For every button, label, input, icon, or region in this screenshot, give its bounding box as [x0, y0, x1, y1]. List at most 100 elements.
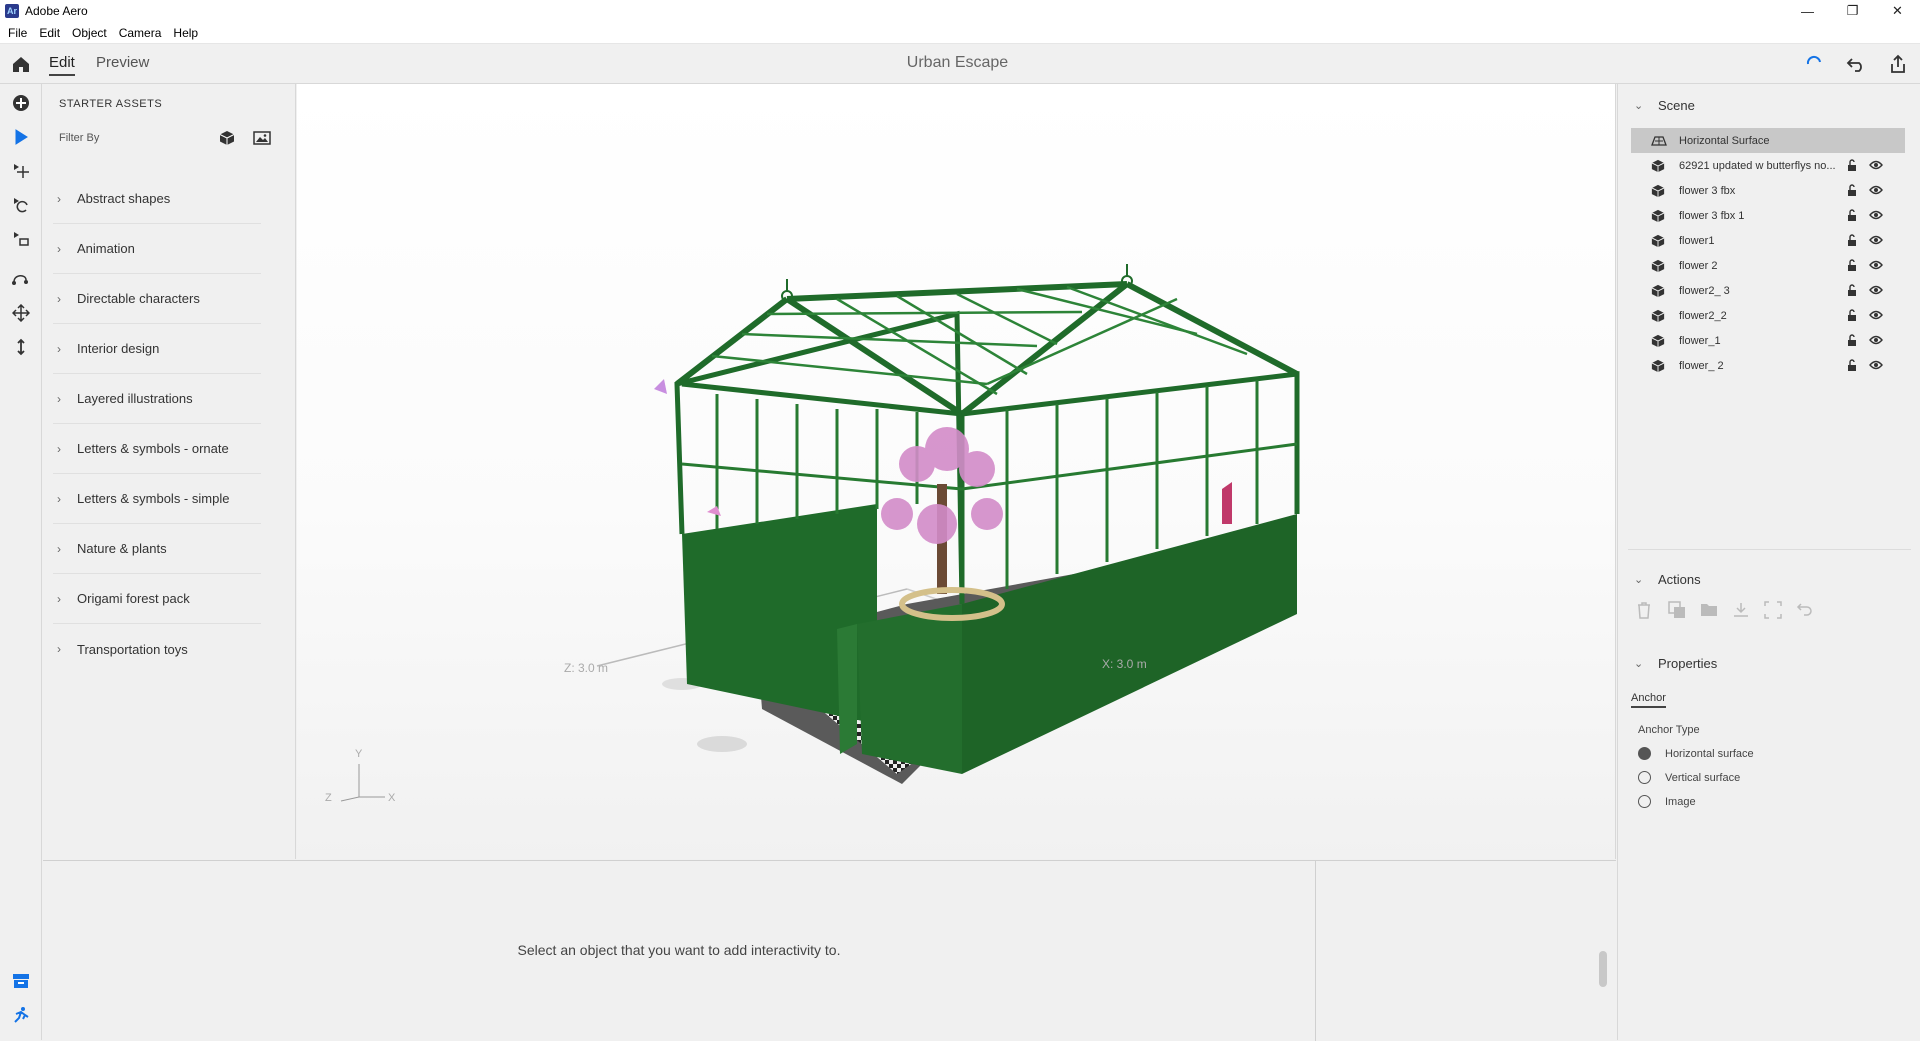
model-icon — [1651, 209, 1671, 223]
scene-row[interactable]: flower2_2 — [1631, 303, 1905, 328]
menu-object[interactable]: Object — [72, 26, 107, 40]
pan-tool-icon[interactable] — [0, 296, 42, 330]
interactivity-hint: Select an object that you want to add in… — [517, 942, 841, 958]
radio-unselected[interactable] — [1638, 771, 1651, 784]
close-icon[interactable]: ✕ — [1875, 0, 1920, 22]
duplicate-icon[interactable] — [1668, 601, 1686, 619]
chevron-right-icon: › — [57, 341, 61, 356]
unlock-icon[interactable] — [1847, 284, 1857, 300]
unlock-icon[interactable] — [1847, 309, 1857, 325]
scene-row[interactable]: flower_ 2 — [1631, 353, 1905, 378]
scrollbar-thumb[interactable] — [1599, 951, 1607, 987]
reset-icon[interactable] — [1796, 601, 1814, 619]
window-title: Adobe Aero — [25, 4, 88, 18]
category-item[interactable]: › Abstract shapes — [53, 174, 261, 224]
document-title: Urban Escape — [906, 54, 1009, 71]
filter-image-icon[interactable] — [253, 130, 271, 151]
menu-file[interactable]: File — [8, 26, 27, 40]
minimize-icon[interactable]: — — [1785, 0, 1830, 22]
share-icon[interactable] — [1884, 52, 1912, 76]
restore-icon[interactable]: ❐ — [1830, 0, 1875, 22]
filter-3d-icon[interactable] — [219, 130, 235, 151]
scene-row[interactable]: flower 3 fbx — [1631, 178, 1905, 203]
scene-row[interactable]: flower2_ 3 — [1631, 278, 1905, 303]
select-tool-icon[interactable] — [0, 120, 42, 154]
category-item[interactable]: › Transportation toys — [53, 624, 261, 674]
unlock-icon[interactable] — [1847, 184, 1857, 200]
actions-section-header[interactable]: ⌄ Actions — [1634, 572, 1701, 587]
menu-bar: File Edit Object Camera Help — [0, 22, 1920, 44]
visibility-eye-icon[interactable] — [1869, 210, 1883, 223]
chevron-right-icon: › — [57, 391, 61, 406]
category-item[interactable]: › Letters & symbols - ornate — [53, 424, 261, 474]
model-icon — [1651, 184, 1671, 198]
title-bar: Ar Adobe Aero — ❐ ✕ — [0, 0, 1920, 22]
fit-to-view-icon[interactable] — [1764, 601, 1782, 619]
category-item[interactable]: › Animation — [53, 224, 261, 274]
radio-unselected[interactable] — [1638, 795, 1651, 808]
add-asset-icon[interactable] — [0, 86, 42, 120]
visibility-eye-icon[interactable] — [1869, 360, 1883, 373]
scene-viewport[interactable]: Z: 3.0 m X: 3.0 m Y Z X — [297, 84, 1616, 859]
anchor-option-image[interactable]: Image — [1638, 795, 1696, 808]
visibility-eye-icon[interactable] — [1869, 160, 1883, 173]
model-icon — [1651, 359, 1671, 373]
category-item[interactable]: › Nature & plants — [53, 524, 261, 574]
delete-icon[interactable] — [1636, 601, 1654, 619]
path-tool-icon[interactable] — [0, 262, 42, 296]
unlock-icon[interactable] — [1847, 234, 1857, 250]
anchor-option-horizontal[interactable]: Horizontal surface — [1638, 747, 1754, 760]
move-tool-icon[interactable] — [0, 154, 42, 188]
category-item[interactable]: › Layered illustrations — [53, 374, 261, 424]
category-item[interactable]: › Letters & symbols - simple — [53, 474, 261, 524]
rotate-tool-icon[interactable] — [0, 188, 42, 222]
scene-section-header[interactable]: ⌄ Scene — [1634, 98, 1695, 113]
dolly-tool-icon[interactable] — [0, 330, 42, 364]
chevron-down-icon: ⌄ — [1634, 658, 1644, 670]
visibility-eye-icon[interactable] — [1869, 260, 1883, 273]
scene-row-horizontal-surface[interactable]: Horizontal Surface — [1631, 128, 1905, 153]
anchor-option-vertical[interactable]: Vertical surface — [1638, 771, 1740, 784]
group-folder-icon[interactable] — [1700, 601, 1718, 619]
z-measure-label: Z: 3.0 m — [564, 661, 609, 675]
unlock-icon[interactable] — [1847, 159, 1857, 175]
app-bar: Edit Preview Urban Escape — [0, 44, 1920, 84]
unlock-icon[interactable] — [1847, 334, 1857, 350]
starter-assets-panel: STARTER ASSETS Filter By › Abstract shape… — [43, 84, 296, 859]
scene-row[interactable]: flower 2 — [1631, 253, 1905, 278]
category-item[interactable]: › Interior design — [53, 324, 261, 374]
greenhouse-model[interactable] — [297, 84, 1616, 859]
menu-camera[interactable]: Camera — [119, 26, 162, 40]
properties-sidebar: ⌄ Scene Horizontal Surface 62921 updated… — [1617, 84, 1920, 1040]
visibility-eye-icon[interactable] — [1869, 235, 1883, 248]
scale-tool-icon[interactable] — [0, 222, 42, 256]
filter-by-label: Filter By — [59, 132, 100, 144]
menu-help[interactable]: Help — [173, 26, 198, 40]
menu-edit[interactable]: Edit — [39, 26, 60, 40]
behaviors-panel-icon[interactable] — [0, 998, 42, 1032]
chevron-right-icon: › — [57, 241, 61, 256]
assets-panel-icon[interactable] — [0, 964, 42, 998]
visibility-eye-icon[interactable] — [1869, 185, 1883, 198]
unlock-icon[interactable] — [1847, 209, 1857, 225]
visibility-eye-icon[interactable] — [1869, 310, 1883, 323]
scene-row[interactable]: 62921 updated w butterflys no... — [1631, 153, 1905, 178]
scene-object-list: Horizontal Surface 62921 updated w butte… — [1631, 128, 1905, 378]
chevron-right-icon: › — [57, 191, 61, 206]
scene-row[interactable]: flower_1 — [1631, 328, 1905, 353]
scene-row[interactable]: flower 3 fbx 1 — [1631, 203, 1905, 228]
scene-row[interactable]: flower1 — [1631, 228, 1905, 253]
visibility-eye-icon[interactable] — [1869, 335, 1883, 348]
tab-anchor[interactable]: Anchor — [1631, 692, 1666, 708]
radio-selected[interactable] — [1638, 747, 1651, 760]
unlock-icon[interactable] — [1847, 359, 1857, 375]
model-icon — [1651, 309, 1671, 323]
category-item[interactable]: › Origami forest pack — [53, 574, 261, 624]
properties-section-header[interactable]: ⌄ Properties — [1634, 656, 1717, 671]
unlock-icon[interactable] — [1847, 259, 1857, 275]
surface-icon — [1651, 135, 1671, 147]
undo-icon[interactable] — [1842, 52, 1870, 76]
place-on-ground-icon[interactable] — [1732, 601, 1750, 619]
category-item[interactable]: › Directable characters — [53, 274, 261, 324]
visibility-eye-icon[interactable] — [1869, 285, 1883, 298]
